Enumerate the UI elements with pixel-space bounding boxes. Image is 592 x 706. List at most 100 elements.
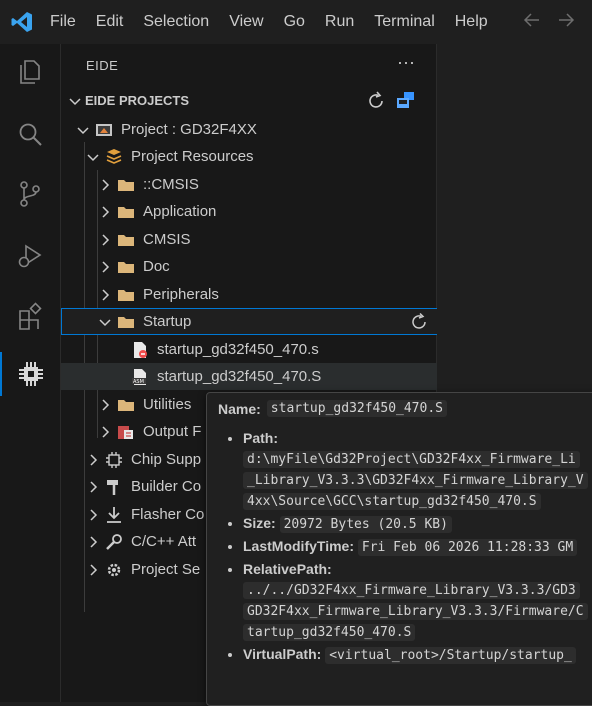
project-node[interactable]: Project : GD32F4XX [61, 116, 449, 143]
run-debug-button[interactable] [0, 234, 60, 278]
chevron-right-icon [90, 453, 98, 466]
chevron-right-icon [102, 398, 110, 411]
activity-bar [0, 44, 61, 702]
source-control-icon [20, 181, 40, 207]
vscode-logo-icon [11, 12, 32, 32]
rel-line-3: tartup_gd32f450_470.S [243, 624, 416, 641]
svg-text:ASM: ASM [133, 379, 144, 385]
gear-icon [107, 563, 121, 576]
forward-arrow-icon[interactable] [556, 10, 576, 30]
folder-icon [118, 261, 134, 273]
search-button[interactable] [0, 112, 60, 156]
folder-label: CMSIS [143, 231, 191, 248]
folder-icon [118, 289, 134, 301]
output-folder-icon [118, 425, 133, 439]
extensions-icon [19, 302, 42, 330]
explorer-button[interactable] [0, 50, 60, 94]
menu-bar: File Edit Selection View Go Run Terminal… [40, 0, 498, 44]
file-node[interactable]: ASM startup_gd32f450_470.S [61, 363, 501, 390]
hammer-icon [107, 479, 118, 495]
menu-help[interactable]: Help [445, 13, 498, 31]
chevron-right-icon [102, 233, 110, 246]
menu-view[interactable]: View [219, 13, 273, 31]
virtual-path-value: <virtual_root>/Startup/startup_ [325, 647, 576, 664]
folder-label: Application [143, 203, 217, 220]
more-actions-button[interactable]: ··· [397, 52, 415, 73]
chip-icon [19, 362, 43, 386]
menu-run[interactable]: Run [315, 13, 364, 31]
search-icon [19, 123, 42, 146]
download-icon [107, 506, 121, 523]
file-label: startup_gd32f450_470.s [157, 341, 319, 358]
folder-node[interactable]: Doc [61, 253, 471, 280]
title-bar: File Edit Selection View Go Run Terminal… [0, 0, 592, 44]
menu-selection[interactable]: Selection [133, 13, 219, 31]
chevron-right-icon [102, 205, 110, 218]
folder-node[interactable]: Application [61, 198, 471, 225]
folder-label: ::CMSIS [143, 176, 199, 193]
file-excluded-icon [134, 341, 147, 358]
back-arrow-icon[interactable] [522, 10, 542, 30]
folder-icon [118, 179, 134, 191]
chevron-right-icon [102, 288, 110, 301]
chevron-down-icon [77, 126, 89, 134]
chevron-down-icon [99, 318, 111, 326]
folder-icon [118, 206, 134, 218]
size-value: 20972 Bytes (20.5 KB) [279, 516, 452, 533]
rel-line-2: GD32F4xx_Firmware_Library_V3.3.3/Firmwar… [243, 603, 588, 620]
lmt-label: LastModifyTime: [243, 538, 354, 554]
wrench-icon [106, 533, 122, 550]
output-label: Output F [143, 423, 202, 440]
menu-go[interactable]: Go [274, 13, 315, 31]
run-debug-icon [18, 244, 42, 268]
refresh-icon[interactable] [365, 90, 387, 112]
project-icon [96, 123, 112, 136]
tooltip-name-row: Name: startup_gd32f450_470.S [218, 400, 447, 417]
rel-line-1: ../../GD32F4xx_Firmware_Library_V3.3.3/G… [243, 582, 580, 599]
project-settings-label: Project Se [131, 561, 201, 578]
file-label: startup_gd32f450_470.S [157, 368, 322, 385]
chevron-right-icon [102, 260, 110, 273]
path-line-1: d:\myFile\Gd32Project\GD32F4xx_Firmware_… [243, 451, 580, 468]
name-value: startup_gd32f450_470.S [266, 400, 447, 417]
project-resources-node[interactable]: Project Resources [61, 143, 459, 170]
chevron-right-icon [90, 535, 98, 548]
folder-icon [118, 399, 134, 411]
eide-button[interactable] [0, 352, 60, 396]
folder-node[interactable]: Peripherals [61, 281, 471, 308]
path-label: Path: [243, 430, 278, 446]
menu-edit[interactable]: Edit [86, 13, 134, 31]
chevron-down-icon [69, 98, 81, 106]
flasher-label: Flasher Co [131, 506, 205, 523]
chevron-right-icon [102, 425, 110, 438]
path-line-2: _Library_V3.3.3\GD32F4xx_Firmware_Librar… [243, 472, 588, 489]
chevron-right-icon [90, 563, 98, 576]
refresh-icon[interactable] [409, 312, 429, 332]
chevron-right-icon [90, 480, 98, 493]
cpp-label: C/C++ Att [131, 533, 197, 550]
resources-label: Project Resources [131, 148, 254, 165]
file-node[interactable]: startup_gd32f450_470.s [61, 336, 501, 363]
tooltip-details: Path: d:\myFile\Gd32Project\GD32F4xx_Fir… [225, 430, 588, 664]
startup-folder-node[interactable]: Startup [61, 308, 471, 335]
menu-file[interactable]: File [40, 13, 86, 31]
source-control-button[interactable] [0, 172, 60, 216]
size-label: Size: [243, 515, 276, 531]
chip-support-label: Chip Supp [131, 451, 202, 468]
folder-label: Doc [143, 258, 170, 275]
file-info-tooltip: Name: startup_gd32f450_470.S Path: d:\my… [206, 392, 592, 706]
project-label: Project : GD32F4XX [121, 121, 257, 138]
extensions-button[interactable] [0, 294, 60, 338]
chevron-right-icon [90, 508, 98, 521]
folder-node[interactable]: CMSIS [61, 226, 471, 253]
folder-icon [118, 316, 134, 328]
startup-label: Startup [143, 313, 192, 330]
new-project-icon[interactable] [395, 90, 417, 112]
menu-terminal[interactable]: Terminal [364, 13, 444, 31]
path-line-3: 4xx\Source\GCC\startup_gd32f450_470.S [243, 493, 541, 510]
chevron-right-icon [102, 178, 110, 191]
relative-path-label: RelativePath: [243, 561, 332, 577]
eide-projects-header[interactable]: EIDE PROJECTS [61, 90, 436, 112]
folder-node[interactable]: ::CMSIS [61, 171, 471, 198]
sidebar-title: EIDE [86, 58, 119, 73]
